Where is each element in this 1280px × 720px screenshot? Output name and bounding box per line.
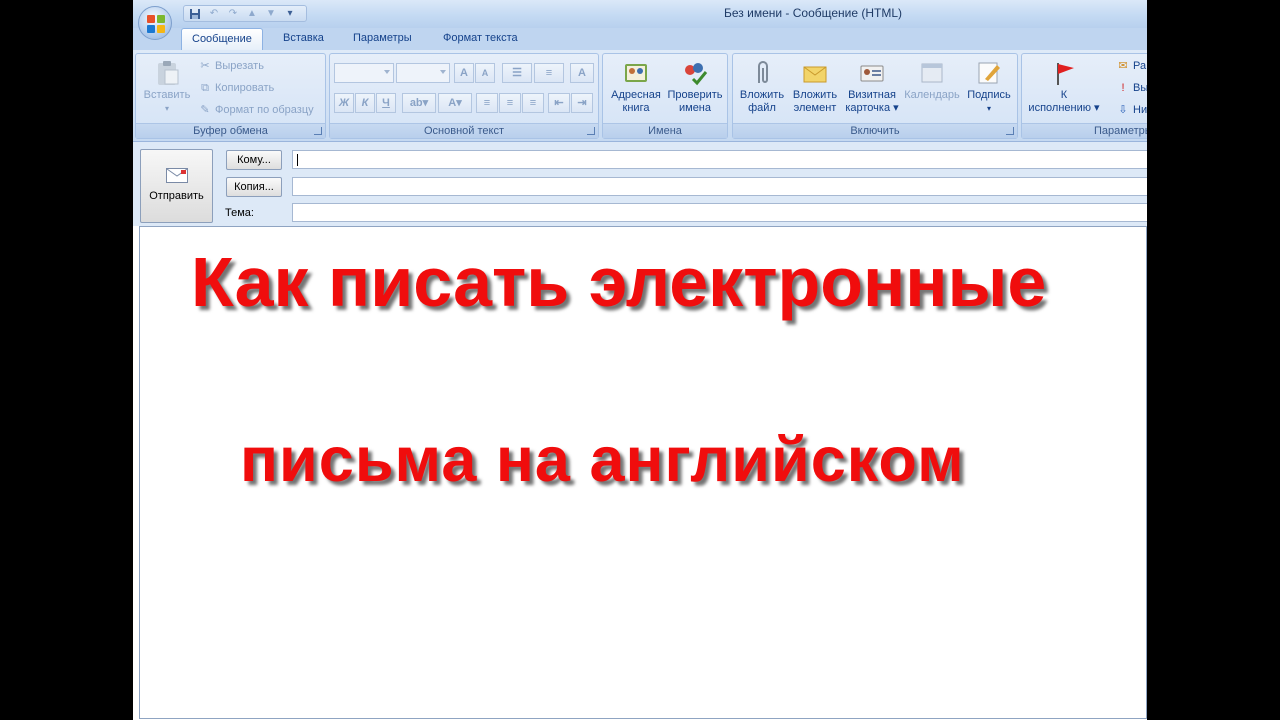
subject-field[interactable] <box>292 203 1147 222</box>
headline-line-1: Как писать электронные <box>191 243 1047 321</box>
follow-up-button[interactable]: Кисполнению ▾ <box>1024 59 1104 115</box>
title-bar: ↶ ↷ ▲ ▼ ▾ Без имени - Сообщение (HTML) <box>133 0 1147 28</box>
copy-button[interactable]: ⧉ Копировать <box>198 81 274 95</box>
group-options: Кисполнению ▾ ✉ Ра ! Вы ⇩ Ни Параметры <box>1021 53 1147 139</box>
text-caret <box>297 154 298 166</box>
group-caption-clipboard: Буфер обмена <box>136 123 325 138</box>
quick-access-toolbar: ↶ ↷ ▲ ▼ ▾ <box>183 5 307 22</box>
group-include: Вложить файл Вложить элемент Визитная карто… <box>732 53 1018 139</box>
numbering-button[interactable]: ≡ <box>534 63 564 83</box>
signature-button[interactable]: Подпись ▾ <box>963 59 1015 115</box>
window-title: Без имени - Сообщение (HTML) <box>724 6 903 20</box>
group-basic-text: A A ☰ ≡ A Ж К Ч ab▾ A▾ ≡ ≡ ≡ ⇤ ⇥ Основно… <box>329 53 599 139</box>
to-field[interactable] <box>292 150 1147 169</box>
high-importance-icon: ! <box>1121 82 1125 94</box>
low-importance-icon: ⇩ <box>1118 104 1128 116</box>
save-icon[interactable] <box>188 8 202 20</box>
font-name-select[interactable] <box>334 63 394 83</box>
redo-icon[interactable]: ↷ <box>226 8 240 20</box>
tab-format-text[interactable]: Формат текста <box>443 28 518 50</box>
brush-icon: ✎ <box>200 104 210 116</box>
clipboard-icon <box>158 61 179 85</box>
bullets-button[interactable]: ☰ <box>502 63 532 83</box>
bold-button[interactable]: Ж <box>334 93 354 113</box>
align-center-button[interactable]: ≡ <box>499 93 521 113</box>
copy-icon: ⧉ <box>201 82 209 94</box>
tab-insert[interactable]: Вставка <box>283 28 324 50</box>
message-body[interactable]: Как писать электронные письма на английс… <box>139 226 1147 719</box>
permission-icon: ✉ <box>1118 60 1128 72</box>
to-button[interactable]: Кому... <box>226 150 282 170</box>
increase-indent-button[interactable]: ⇥ <box>571 93 593 113</box>
dialog-launcher-icon[interactable] <box>1006 127 1014 135</box>
customize-icon[interactable]: ▾ <box>283 8 297 20</box>
outlook-message-window: ↶ ↷ ▲ ▼ ▾ Без имени - Сообщение (HTML) С… <box>133 0 1147 720</box>
dialog-launcher-icon[interactable] <box>587 127 595 135</box>
attach-item-button[interactable]: Вложить элемент <box>789 59 841 115</box>
headline-line-2: письма на английском <box>240 425 965 495</box>
office-button[interactable] <box>138 6 172 40</box>
tab-options[interactable]: Параметры <box>353 28 412 50</box>
options-item-2[interactable]: ! Вы <box>1116 81 1147 95</box>
underline-button[interactable]: Ч <box>376 93 396 113</box>
group-caption-options: Параметры <box>1022 123 1147 138</box>
options-item-1[interactable]: ✉ Ра <box>1116 59 1146 73</box>
attach-file-button[interactable]: Вложить файл <box>735 59 789 115</box>
group-caption-basic-text: Основной текст <box>330 123 598 138</box>
send-envelope-icon <box>165 168 188 183</box>
paperclip-icon <box>758 61 768 83</box>
calendar-button[interactable]: Календарь <box>903 59 961 102</box>
decrease-indent-button[interactable]: ⇤ <box>548 93 570 113</box>
format-painter-button[interactable]: ✎ Формат по образцу <box>198 103 313 117</box>
cut-button[interactable]: ✂ Вырезать <box>198 59 264 73</box>
group-caption-include: Включить <box>733 123 1017 138</box>
font-size-select[interactable] <box>396 63 450 83</box>
font-color-button[interactable]: A▾ <box>438 93 472 113</box>
office-logo-icon <box>147 15 165 33</box>
cc-button[interactable]: Копия... <box>226 177 282 197</box>
group-caption-names: Имена <box>603 123 727 138</box>
scissors-icon: ✂ <box>200 60 210 72</box>
check-names-button[interactable]: Проверить имена <box>665 59 725 115</box>
chevron-down-icon <box>440 70 446 74</box>
align-right-button[interactable]: ≡ <box>522 93 544 113</box>
cc-field[interactable] <box>292 177 1147 196</box>
align-left-button[interactable]: ≡ <box>476 93 498 113</box>
options-item-3[interactable]: ⇩ Ни <box>1116 103 1147 117</box>
up-arrow-icon[interactable]: ▲ <box>245 8 259 20</box>
signature-icon <box>978 62 1000 84</box>
italic-button[interactable]: К <box>355 93 375 113</box>
business-card-icon <box>860 65 884 82</box>
undo-icon[interactable]: ↶ <box>207 8 221 20</box>
grow-font-button[interactable]: A <box>454 63 474 83</box>
business-card-button[interactable]: Визитная карточка ▾ <box>843 59 901 115</box>
envelope-icon <box>803 66 827 83</box>
shrink-font-button[interactable]: A <box>475 63 495 83</box>
down-arrow-icon[interactable]: ▼ <box>264 8 278 20</box>
subject-label: Тема: <box>225 207 254 219</box>
ribbon-tabs: Сообщение Вставка Параметры Формат текст… <box>133 28 1147 50</box>
dialog-launcher-icon[interactable] <box>314 127 322 135</box>
chevron-down-icon <box>384 70 390 74</box>
calendar-icon <box>921 63 943 83</box>
paste-button[interactable]: Вставить ▾ <box>142 59 192 115</box>
ribbon: Вставить ▾ ✂ Вырезать ⧉ Копировать ✎ Формат … <box>133 50 1147 142</box>
group-names: Адресная книга Проверить имена Имена <box>602 53 728 139</box>
highlight-button[interactable]: ab▾ <box>402 93 436 113</box>
tab-message[interactable]: Сообщение <box>181 28 263 50</box>
check-names-icon <box>685 63 708 86</box>
address-book-icon <box>625 64 647 82</box>
send-button[interactable]: Отправить <box>140 149 213 223</box>
group-clipboard: Вставить ▾ ✂ Вырезать ⧉ Копировать ✎ Формат … <box>135 53 326 139</box>
flag-icon <box>1057 63 1074 85</box>
message-header: Отправить Кому... Копия... Тема: <box>133 142 1147 226</box>
address-book-button[interactable]: Адресная книга <box>607 59 665 115</box>
clear-formatting-button[interactable]: A <box>570 63 594 83</box>
